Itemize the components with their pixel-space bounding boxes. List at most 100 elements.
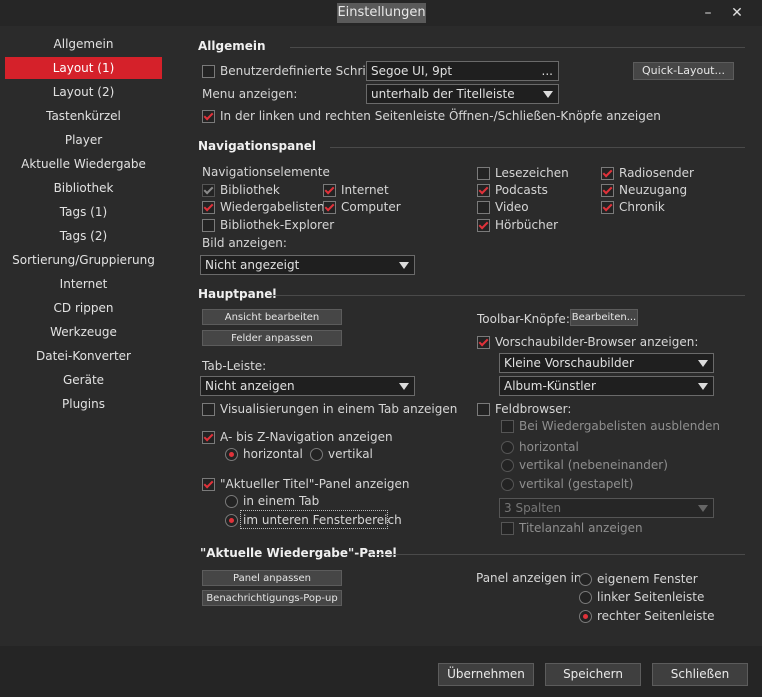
- nav-chronik-checkbox[interactable]: [601, 201, 614, 214]
- fb-horizontal-radio: [501, 441, 514, 454]
- vorschau-group-value: Album-Künstler: [504, 379, 596, 393]
- vorschau-browser-checkbox[interactable]: [477, 336, 490, 349]
- menu-select[interactable]: unterhalb der Titelleiste: [366, 84, 559, 104]
- az-vertikal-radio[interactable]: [310, 448, 323, 461]
- footer: [0, 646, 762, 697]
- spalten-value: 3 Spalten: [504, 501, 562, 515]
- az-horizontal-radio[interactable]: [225, 448, 238, 461]
- az-navigation-checkbox[interactable]: [202, 431, 215, 444]
- nav-chronik-label: Chronik: [619, 200, 665, 214]
- benachrichtigung-popup-button[interactable]: Benachrichtigungs-Pop-up: [202, 590, 342, 606]
- visualisierungen-checkbox[interactable]: [202, 403, 215, 416]
- nav-explorer-label: Bibliothek-Explorer: [220, 218, 335, 232]
- linker-seitenleiste-radio[interactable]: [579, 591, 592, 604]
- vorschau-group-select[interactable]: Album-Künstler: [499, 376, 714, 396]
- nav-computer-label: Computer: [341, 200, 401, 214]
- fb-nebeneinander-radio: [501, 459, 514, 472]
- quick-layout-button[interactable]: Quick-Layout...: [633, 62, 734, 80]
- sidebar-item-player[interactable]: Player: [5, 129, 162, 151]
- close-icon[interactable]: ✕: [726, 3, 748, 23]
- sidebar-item-cd-rippen[interactable]: CD rippen: [5, 297, 162, 319]
- in-tab-radio[interactable]: [225, 495, 238, 508]
- section-title-navigationspanel: Navigationspanel: [198, 139, 317, 153]
- tab-leiste-select[interactable]: Nicht anzeigen: [200, 376, 415, 396]
- nav-video-label: Video: [495, 200, 529, 214]
- nav-podcasts-checkbox[interactable]: [477, 184, 490, 197]
- separator: [330, 147, 745, 148]
- sidebar-item-geraete[interactable]: Geräte: [5, 369, 162, 391]
- fb-nebeneinander-label: vertikal (nebeneinander): [519, 458, 668, 472]
- az-navigation-label: A- bis Z-Navigation anzeigen: [220, 430, 393, 444]
- vorschau-size-select[interactable]: Kleine Vorschaubilder: [499, 353, 714, 373]
- rechter-seitenleiste-label: rechter Seitenleiste: [597, 609, 715, 623]
- menu-label: Menu anzeigen:: [202, 87, 298, 101]
- sidebar-item-internet[interactable]: Internet: [5, 273, 162, 295]
- toolbar-label: Toolbar-Knöpfe:: [477, 312, 570, 326]
- chevron-down-icon: [399, 383, 409, 390]
- save-button[interactable]: Speichern: [545, 663, 641, 686]
- section-title-hauptpanel: Hauptpanel: [198, 287, 277, 301]
- nav-explorer-checkbox[interactable]: [202, 219, 215, 232]
- close-button[interactable]: Schließen: [652, 663, 748, 686]
- fb-horizontal-label: horizontal: [519, 440, 579, 454]
- sidebar-item-tags-2[interactable]: Tags (2): [5, 225, 162, 247]
- sidebar-item-sortierung[interactable]: Sortierung/Gruppierung: [5, 249, 162, 271]
- az-horizontal-label: horizontal: [243, 447, 303, 461]
- custom-font-checkbox[interactable]: [202, 65, 215, 78]
- bei-wiedergabe-checkbox: [501, 420, 514, 433]
- sidebar-buttons-checkbox[interactable]: [202, 110, 215, 123]
- toolbar-bearbeiten-button[interactable]: Bearbeiten...: [570, 309, 638, 326]
- nav-computer-checkbox[interactable]: [323, 201, 336, 214]
- feldbrowser-checkbox[interactable]: [477, 403, 490, 416]
- section-title-aktuelle-wiedergabe: "Aktuelle Wiedergabe"-Panel: [200, 546, 397, 560]
- sidebar-item-bibliothek[interactable]: Bibliothek: [5, 177, 162, 199]
- nav-bibliothek-label: Bibliothek: [220, 183, 280, 197]
- minimize-icon[interactable]: –: [697, 3, 719, 23]
- aktueller-titel-checkbox[interactable]: [202, 478, 215, 491]
- font-value: Segoe UI, 9pt: [371, 64, 453, 78]
- panel-anpassen-button[interactable]: Panel anpassen: [202, 570, 342, 586]
- titelanzahl-label: Titelanzahl anzeigen: [519, 521, 643, 535]
- bild-value: Nicht angezeigt: [205, 258, 300, 272]
- titelanzahl-checkbox: [501, 522, 514, 535]
- fb-gestapelt-label: vertikal (gestapelt): [519, 477, 634, 491]
- sidebar-item-layout-2[interactable]: Layout (2): [5, 81, 162, 103]
- sidebar-item-allgemein[interactable]: Allgemein: [5, 33, 162, 55]
- nav-wiedergabelisten-label: Wiedergabelisten: [220, 200, 325, 214]
- apply-button[interactable]: Übernehmen: [438, 663, 534, 686]
- nav-radiosender-checkbox[interactable]: [601, 167, 614, 180]
- felder-anpassen-button[interactable]: Felder anpassen: [202, 330, 342, 346]
- nav-video-checkbox[interactable]: [477, 201, 490, 214]
- sidebar-item-aktuelle-wiedergabe[interactable]: Aktuelle Wiedergabe: [5, 153, 162, 175]
- nav-lesezeichen-checkbox[interactable]: [477, 167, 490, 180]
- sidebar-item-layout-1[interactable]: Layout (1): [5, 57, 162, 79]
- chevron-down-icon: [399, 262, 409, 269]
- ansicht-bearbeiten-button[interactable]: Ansicht bearbeiten: [202, 309, 342, 325]
- sidebar-item-plugins[interactable]: Plugins: [5, 393, 162, 415]
- nav-wiedergabelisten-checkbox[interactable]: [202, 201, 215, 214]
- font-field[interactable]: Segoe UI, 9pt ...: [366, 61, 559, 81]
- linker-seitenleiste-label: linker Seitenleiste: [597, 590, 705, 604]
- font-browse-button[interactable]: ...: [542, 62, 553, 80]
- tab-leiste-value: Nicht anzeigen: [205, 379, 295, 393]
- sidebar-item-tastenkuerzel[interactable]: Tastenkürzel: [5, 105, 162, 127]
- chevron-down-icon: [698, 505, 708, 512]
- az-vertikal-label: vertikal: [328, 447, 373, 461]
- vorschau-size-value: Kleine Vorschaubilder: [504, 356, 634, 370]
- nav-lesezeichen-label: Lesezeichen: [495, 166, 569, 180]
- bei-wiedergabe-label: Bei Wiedergabelisten ausblenden: [519, 419, 720, 433]
- sidebar-item-tags-1[interactable]: Tags (1): [5, 201, 162, 223]
- sidebar-item-datei-konverter[interactable]: Datei-Konverter: [5, 345, 162, 367]
- nav-bibliothek-checkbox: [202, 184, 215, 197]
- section-title-allgemein: Allgemein: [198, 39, 266, 53]
- nav-hoerbuecher-checkbox[interactable]: [477, 219, 490, 232]
- chevron-down-icon: [543, 91, 553, 98]
- rechter-seitenleiste-radio[interactable]: [579, 610, 592, 623]
- sidebar-item-werkzeuge[interactable]: Werkzeuge: [5, 321, 162, 343]
- spalten-select: 3 Spalten: [499, 498, 714, 518]
- eigenem-fenster-radio[interactable]: [579, 573, 592, 586]
- nav-neuzugang-checkbox[interactable]: [601, 184, 614, 197]
- unteren-bereich-radio[interactable]: [225, 514, 238, 527]
- bild-select[interactable]: Nicht angezeigt: [200, 255, 415, 275]
- nav-internet-checkbox[interactable]: [323, 184, 336, 197]
